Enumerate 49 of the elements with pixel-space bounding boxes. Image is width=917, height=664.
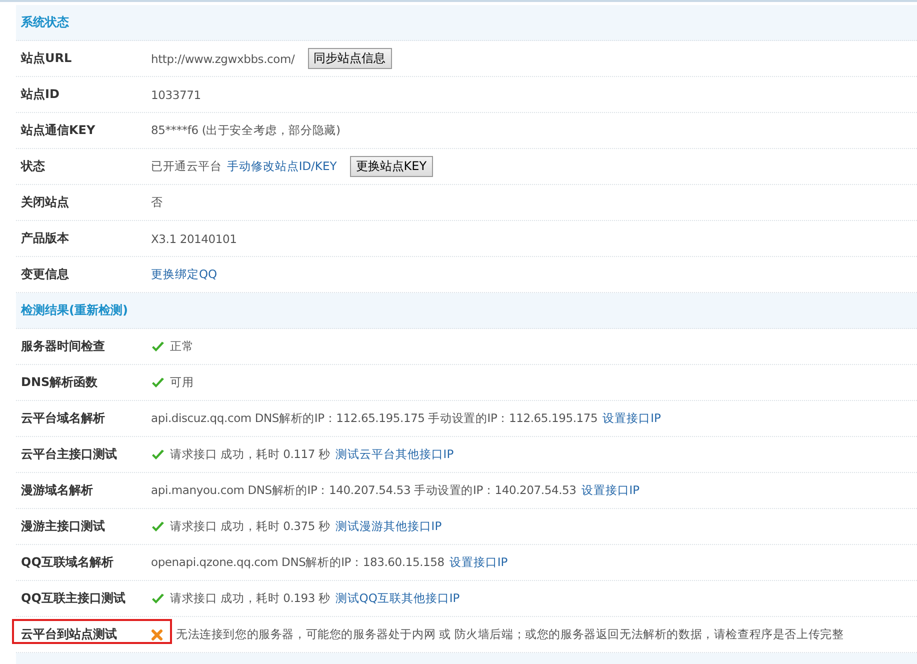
value-text: 1033771 bbox=[151, 88, 201, 102]
value-text: api.discuz.qq.com DNS解析的IP：112.65.195.175 手动设置的IP：112.65.195.175 bbox=[151, 411, 598, 426]
row-label: 关闭站点 bbox=[20, 194, 70, 211]
row-label: 站点ID bbox=[20, 86, 60, 103]
link[interactable]: 手动修改站点ID/KEY bbox=[226, 159, 337, 174]
section-title: 检测结果(重新检测) bbox=[21, 302, 128, 319]
check-icon bbox=[151, 448, 165, 460]
value-text: http://www.zgwxbbs.com/ bbox=[151, 52, 295, 66]
check-icon bbox=[151, 376, 165, 388]
value-text: 正常 bbox=[170, 339, 194, 354]
check-icon bbox=[151, 520, 165, 532]
link[interactable]: 设置接口IP bbox=[581, 483, 640, 498]
cross-icon bbox=[151, 628, 163, 640]
row-label: 站点通信KEY bbox=[20, 122, 96, 139]
link[interactable]: 测试云平台其他接口IP bbox=[335, 447, 454, 462]
row-label: 服务器时间检查 bbox=[20, 338, 106, 355]
row-label: 状态 bbox=[20, 158, 46, 175]
value-text: openapi.qzone.qq.com DNS解析的IP：183.60.15.158 bbox=[151, 555, 444, 570]
action-button[interactable]: 同步站点信息 bbox=[308, 48, 392, 69]
section-title: 系统状态 bbox=[21, 14, 69, 31]
row-label: 云平台到站点测试 bbox=[20, 626, 118, 643]
row-label: 变更信息 bbox=[20, 266, 70, 283]
link[interactable]: 测试QQ互联其他接口IP bbox=[335, 591, 460, 606]
row-label: 漫游域名解析 bbox=[20, 482, 94, 499]
value-text: 85****f6 (出于安全考虑，部分隐藏) bbox=[151, 123, 340, 138]
row-label: DNS解析函数 bbox=[20, 374, 99, 391]
value-text: 否 bbox=[151, 195, 163, 210]
value-text: 已开通云平台 bbox=[151, 159, 222, 174]
link[interactable]: 设置接口IP bbox=[602, 411, 661, 426]
link[interactable]: 设置接口IP bbox=[449, 555, 508, 570]
value-text: 请求接口 成功，耗时 0.193 秒 bbox=[170, 591, 330, 606]
value-text: X3.1 20140101 bbox=[151, 232, 237, 246]
row-label: QQ互联域名解析 bbox=[20, 554, 114, 571]
value-text: 可用 bbox=[170, 375, 194, 390]
row-label: 站点URL bbox=[20, 50, 73, 67]
check-icon bbox=[151, 592, 165, 604]
row-label: 漫游主接口测试 bbox=[20, 518, 106, 535]
row-label: 云平台主接口测试 bbox=[20, 446, 118, 463]
row-label: 云平台域名解析 bbox=[20, 410, 106, 427]
action-button[interactable]: 更换站点KEY bbox=[350, 156, 433, 177]
check-icon bbox=[151, 340, 165, 352]
value-text: 请求接口 成功，耗时 0.375 秒 bbox=[170, 519, 330, 534]
link[interactable]: 更换绑定QQ bbox=[151, 267, 218, 282]
value-text: 无法连接到您的服务器，可能您的服务器处于内网 或 防火墙后端；或您的服务器返回无法解析的数据，请检查程序是否上传完整 bbox=[176, 627, 844, 642]
row-label: 产品版本 bbox=[20, 230, 70, 247]
value-text: 请求接口 成功，耗时 0.117 秒 bbox=[170, 447, 330, 462]
link[interactable]: 测试漫游其他接口IP bbox=[335, 519, 442, 534]
row-label: QQ互联主接口测试 bbox=[20, 590, 126, 607]
value-text: api.manyou.com DNS解析的IP：140.207.54.53 手动设置的IP：140.207.54.53 bbox=[151, 483, 576, 498]
